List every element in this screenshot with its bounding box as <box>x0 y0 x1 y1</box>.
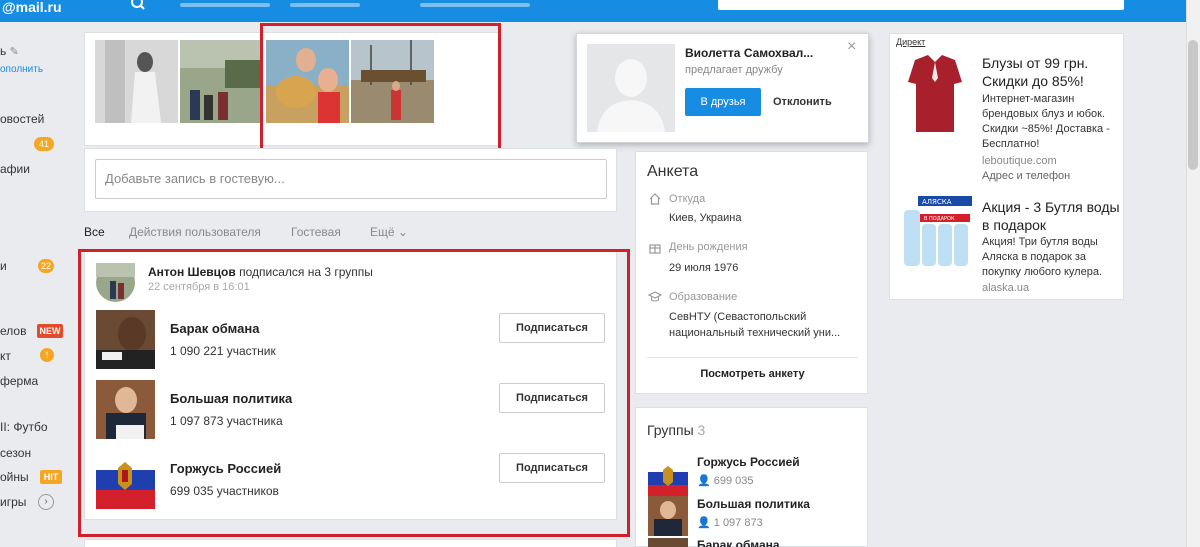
highlight-box <box>260 23 501 154</box>
nav-link-stub[interactable] <box>180 3 270 7</box>
new-badge: NEW <box>37 324 63 338</box>
nav-link-stub[interactable] <box>420 3 530 7</box>
graduation-cap-icon <box>648 291 662 302</box>
news-count-badge: 41 <box>34 137 54 151</box>
education-label: Образование <box>669 291 738 303</box>
nav-item-farm[interactable]: ферма <box>0 374 38 388</box>
ad-domain[interactable]: leboutique.com <box>982 155 1057 167</box>
nav-item-edit[interactable]: ь ✎ <box>0 44 19 58</box>
home-icon <box>649 193 661 205</box>
education-value[interactable]: СевНТУ (Севастопольский национальный тех… <box>669 309 864 341</box>
chevron-down-icon: ⌄ <box>394 225 408 239</box>
ads-panel: Директ Блузы от 99 грн. Скидки до 85%! И… <box>889 33 1124 300</box>
search-icon[interactable] <box>130 0 146 12</box>
pencil-icon[interactable]: ✎ <box>10 46 19 58</box>
ad-text[interactable]: Интернет-магазин брендовых блуз и юбок. … <box>982 92 1122 152</box>
groups-count: 3 <box>697 422 706 438</box>
site-logo[interactable]: @mail.ru <box>0 0 100 22</box>
guestbook-card: Добавьте запись в гостевую... <box>84 148 617 212</box>
nav-item-season[interactable]: сезон <box>0 446 31 460</box>
chevron-right-icon[interactable]: › <box>38 494 54 510</box>
ads-label[interactable]: Директ <box>896 37 925 47</box>
group-name[interactable]: Горжусь Россией <box>697 455 800 469</box>
group-member-count: 👤 699 035 <box>697 475 754 487</box>
filter-guestbook[interactable]: Гостевая <box>291 225 341 239</box>
friend-request-popup: Виолетта Самохвал... предлагает дружбу В… <box>576 33 869 143</box>
groups-panel: Группы 3 Горжусь Россией 👤 699 035 Больш… <box>635 407 868 547</box>
divider <box>647 357 858 358</box>
members-icon: 👤 <box>697 475 711 487</box>
ad-text[interactable]: Акция! Три бутля воды Аляска в подарок з… <box>982 235 1122 280</box>
scrollbar-thumb[interactable] <box>1188 40 1198 170</box>
nav-item-photos[interactable]: афии <box>0 162 30 176</box>
decline-friend-button[interactable]: Отклонить <box>773 88 832 116</box>
games-count-badge: 22 <box>38 259 54 273</box>
from-value: Киев, Украина <box>669 212 742 224</box>
filter-user-actions[interactable]: Действия пользователя <box>129 225 261 239</box>
accept-friend-button[interactable]: В друзья <box>685 88 761 116</box>
members-icon: 👤 <box>697 517 711 529</box>
nav-item-gifts[interactable]: елов <box>0 324 26 338</box>
ad-domain[interactable]: alaska.ua <box>982 282 1029 294</box>
group-thumbnail[interactable] <box>648 538 688 547</box>
top-search-input[interactable] <box>718 0 1124 10</box>
photo-thumbnail[interactable] <box>180 40 263 123</box>
group-name[interactable]: Барак обмана <box>697 538 780 547</box>
requester-subtitle: предлагает дружбу <box>685 64 783 76</box>
avatar-placeholder <box>587 44 675 132</box>
groups-title[interactable]: Группы 3 <box>647 422 705 438</box>
birthday-value: 29 июля 1976 <box>669 262 739 274</box>
left-navigation: ь ✎ ополнить овостей 41 афии и 22 елов N… <box>0 22 68 547</box>
guestbook-input[interactable]: Добавьте запись в гостевую... <box>95 159 607 199</box>
nav-item-contact[interactable]: кт <box>0 349 11 363</box>
requester-name[interactable]: Виолетта Самохвал... <box>685 46 813 60</box>
profile-title: Анкета <box>647 163 699 180</box>
nav-link-stub[interactable] <box>290 3 360 7</box>
birthday-label: День рождения <box>669 241 748 253</box>
group-thumbnail[interactable] <box>648 458 688 498</box>
ad-title[interactable]: Акция - 3 Бутля воды в подарок <box>982 198 1122 234</box>
nav-item-news[interactable]: овостей <box>0 112 44 126</box>
ad-contacts-link[interactable]: Адрес и телефон <box>982 170 1070 182</box>
ad-logo-text: АЛЯСКА <box>922 198 952 206</box>
ad-image-water[interactable]: АЛЯСКА В ПОДАРОК <box>900 196 972 272</box>
ad-banner-text: В ПОДАРОК <box>924 216 955 222</box>
filter-more[interactable]: Ещё ⌄ <box>370 225 408 239</box>
ad-title[interactable]: Блузы от 99 грн. Скидки до 85%! <box>982 54 1122 90</box>
nav-item-wars[interactable]: ойны <box>0 470 29 484</box>
next-feed-card <box>84 539 617 547</box>
top-bar: @mail.ru <box>0 0 1200 22</box>
nav-item-games[interactable]: и <box>0 259 7 273</box>
photo-thumbnail[interactable] <box>95 40 178 123</box>
group-member-count: 👤 1 097 873 <box>697 517 763 529</box>
highlight-box <box>78 249 630 537</box>
from-label: Откуда <box>669 193 706 205</box>
nav-item-football[interactable]: II: Футбо <box>0 420 48 434</box>
nav-item-all-games[interactable]: игры <box>0 495 26 509</box>
alert-badge: ! <box>40 348 54 362</box>
close-icon[interactable]: × <box>847 38 856 56</box>
ad-image-blouse[interactable] <box>900 52 970 134</box>
profile-card: Анкета Откуда Киев, Украина День рождени… <box>635 151 868 394</box>
group-name[interactable]: Большая политика <box>697 497 810 511</box>
group-thumbnail[interactable] <box>648 496 688 536</box>
hit-badge: HIT <box>40 470 62 484</box>
view-profile-button[interactable]: Посмотреть анкету <box>636 368 869 380</box>
gift-icon <box>649 244 661 254</box>
filter-all[interactable]: Все <box>84 225 105 239</box>
nav-item-complete[interactable]: ополнить <box>0 64 43 75</box>
